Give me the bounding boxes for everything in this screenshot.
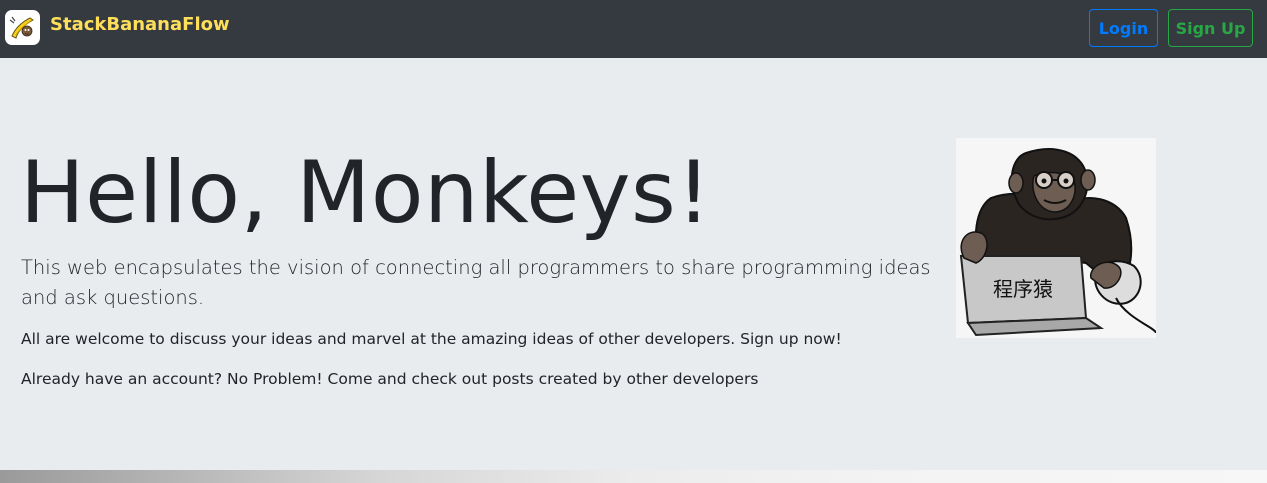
hero-welcome-text: All are welcome to discuss your ideas an… bbox=[21, 330, 842, 348]
brand-name: StackBananaFlow bbox=[50, 14, 230, 35]
login-button[interactable]: Login bbox=[1089, 9, 1158, 47]
hero-section: Hello, Monkeys! This web encapsulates th… bbox=[0, 58, 1267, 470]
hero-title: Hello, Monkeys! bbox=[20, 143, 712, 243]
laptop-label: 程序猿 bbox=[993, 277, 1053, 301]
hero-account-text: Already have an account? No Problem! Com… bbox=[21, 370, 759, 388]
brand-link[interactable]: StackBananaFlow bbox=[5, 10, 230, 45]
hero-lead: This web encapsulates the vision of conn… bbox=[21, 256, 931, 309]
monkey-programmer-image: 程序猿 bbox=[956, 138, 1157, 338]
signup-button[interactable]: Sign Up bbox=[1168, 9, 1253, 47]
banana-monkey-logo-icon bbox=[5, 10, 40, 45]
top-navbar: StackBananaFlow Login Sign Up bbox=[0, 0, 1267, 58]
bottom-image-strip bbox=[0, 470, 1267, 483]
